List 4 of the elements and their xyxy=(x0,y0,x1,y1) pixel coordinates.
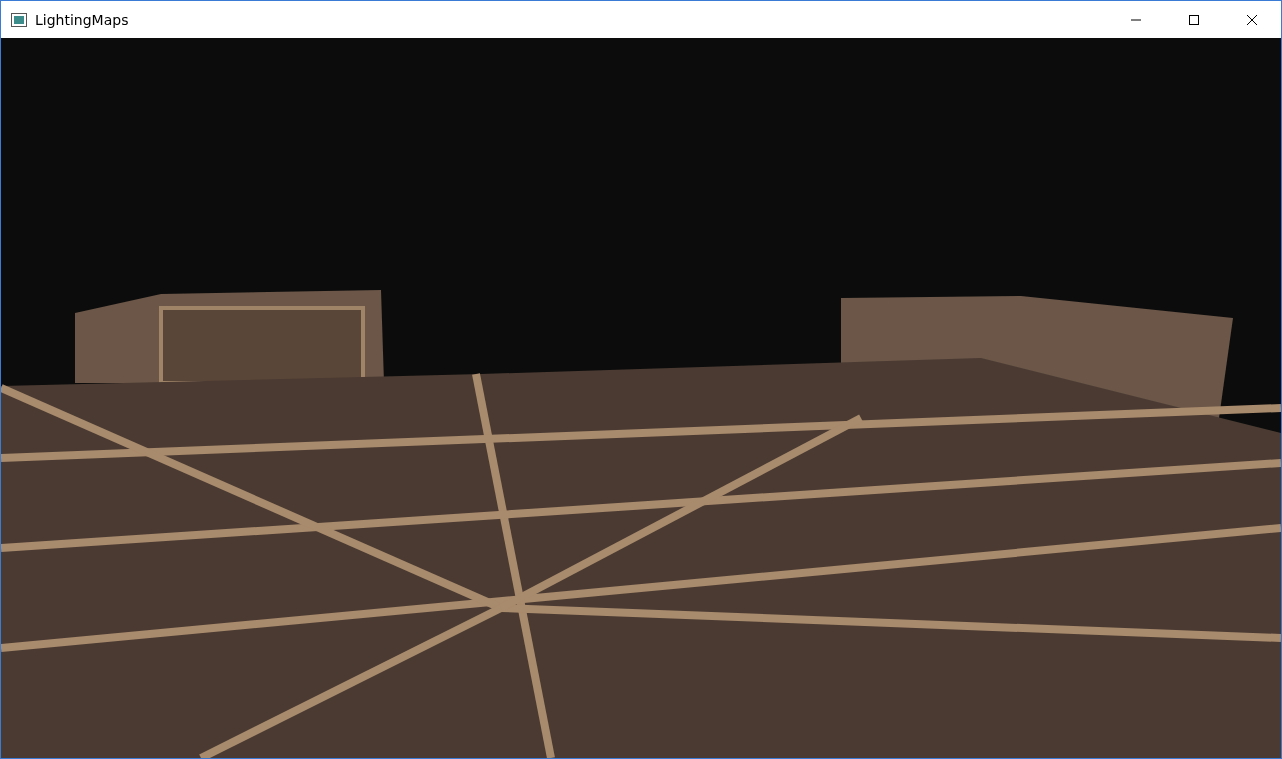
app-icon xyxy=(11,12,27,27)
window-title: LightingMaps xyxy=(35,11,130,28)
maximize-icon xyxy=(1189,14,1199,25)
close-icon xyxy=(1247,14,1257,25)
